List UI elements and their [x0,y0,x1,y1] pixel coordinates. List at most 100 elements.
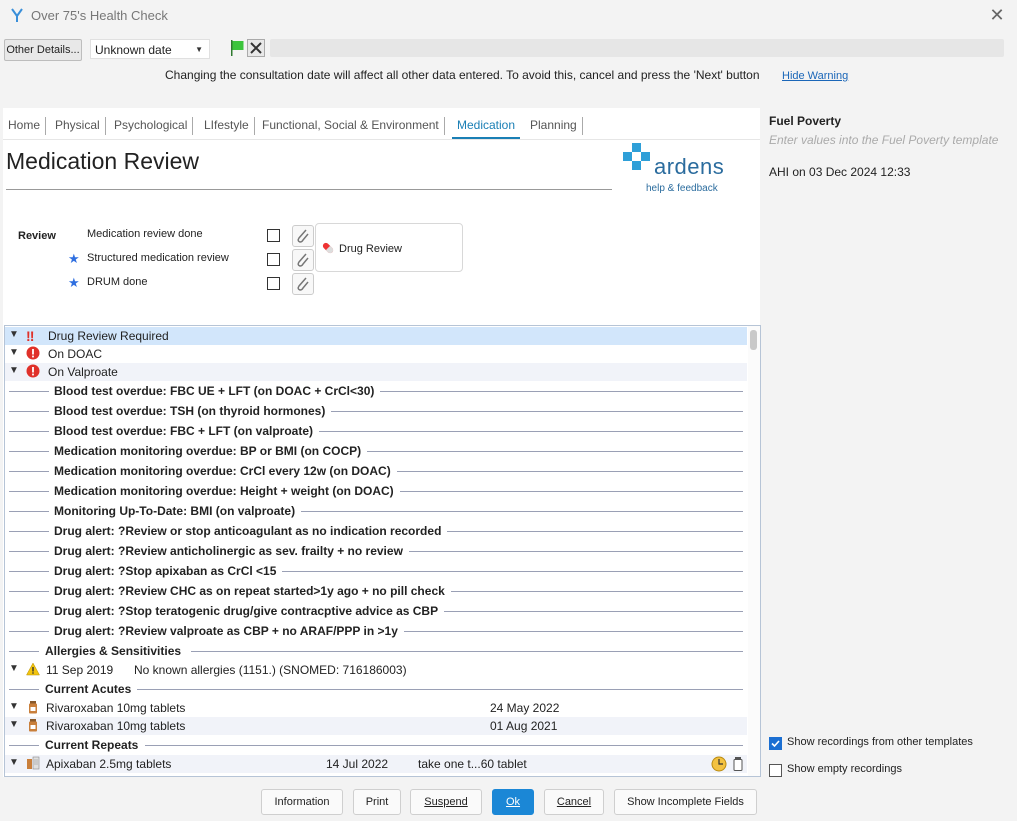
monitoring-alert-row[interactable]: Drug alert: ?Stop apixaban as CrCl <15 [5,562,747,582]
section-header-acutes: Current Acutes [5,680,747,700]
monitoring-alert-label: Medication monitoring overdue: CrCl ever… [50,464,395,478]
paperclip-icon[interactable] [292,249,314,271]
consultation-date-select[interactable]: Unknown date ▼ [90,39,210,59]
chevron-down-icon[interactable]: ▼ [9,719,19,730]
chevron-down-icon[interactable]: ▼ [9,329,19,340]
monitoring-alert-row[interactable]: Medication monitoring overdue: BP or BMI… [5,442,747,462]
monitoring-alert-row[interactable]: Drug alert: ?Review valproate as CBP + n… [5,622,747,642]
tab-medication[interactable]: Medication [452,117,521,139]
suspend-button[interactable]: Suspend [410,789,482,815]
help-feedback-link[interactable]: help & feedback [646,183,718,194]
list-item[interactable]: ▼ ‼ Drug Review Required [5,327,747,345]
monitoring-alert-label: Monitoring Up-To-Date: BMI (on valproate… [50,504,300,518]
monitoring-alert-label: Drug alert: ?Review CHC as on repeat sta… [50,584,449,598]
row-divider-line [9,391,49,392]
page-title: Medication Review [6,148,200,174]
table-row[interactable]: ▼ Rivaroxaban 10mg tablets 24 May 2022 [5,699,747,717]
medicine-bottle-icon[interactable] [732,756,744,772]
table-row[interactable]: ▼ Apixaban 2.5mg tablets 14 Jul 2022 tak… [5,755,747,773]
monitoring-alert-label: Medication monitoring overdue: Height + … [50,484,398,498]
check-icon [771,740,780,748]
template-subtitle: Enter values into the Fuel Poverty templ… [769,133,999,147]
window-title: Over 75's Health Check [31,8,168,23]
tab-functional-social-environment[interactable]: Functional, Social & Environment [257,117,445,135]
consultation-notes-input[interactable] [270,39,1004,57]
list-scrollbar[interactable] [748,326,760,776]
monitoring-alert-label: Blood test overdue: FBC + LFT (on valpro… [50,424,318,438]
tab-lifestyle[interactable]: LIfestyle [199,117,255,135]
print-button[interactable]: Print [353,789,401,815]
chevron-down-icon[interactable]: ▼ [9,757,19,768]
section-header-repeats: Current Repeats [5,736,747,756]
green-flag-icon[interactable] [229,39,245,57]
monitoring-alert-label: Drug alert: ?Review or stop anticoagulan… [50,524,446,538]
drum-done-checkbox[interactable] [267,277,280,290]
repeat-prescription-icon [27,756,40,770]
row-divider-line [9,551,49,552]
row-divider-line [9,511,49,512]
monitoring-alert-row[interactable]: Medication monitoring overdue: CrCl ever… [5,462,747,482]
row-divider-line [397,471,743,472]
pill-icon [322,242,334,254]
chevron-down-icon[interactable]: ▼ [9,365,19,376]
close-icon[interactable]: ✕ [987,4,1007,26]
review-item-label: Medication review done [87,228,203,240]
monitoring-alert-row[interactable]: Medication monitoring overdue: Height + … [5,482,747,502]
hide-warning-link[interactable]: Hide Warning [782,70,848,82]
tab-psychological[interactable]: Psychological [109,117,194,135]
monitoring-alert-row[interactable]: Monitoring Up-To-Date: BMI (on valproate… [5,502,747,522]
monitoring-alert-row[interactable]: Drug alert: ?Stop teratogenic drug/give … [5,602,747,622]
chevron-down-icon: ▼ [195,45,203,54]
list-item[interactable]: ▼ On DOAC [5,345,747,363]
monitoring-alert-row[interactable]: Drug alert: ?Review CHC as on repeat sta… [5,582,747,602]
structured-medication-review-checkbox[interactable] [267,253,280,266]
chevron-down-icon[interactable]: ▼ [9,701,19,712]
row-divider-line [9,411,49,412]
medication-review-checkbox[interactable] [267,229,280,242]
checkbox-checked[interactable] [769,737,782,750]
chevron-down-icon[interactable]: ▼ [9,347,19,358]
list-item[interactable]: ▼ On Valproate [5,363,747,381]
chevron-down-icon[interactable]: ▼ [9,663,19,674]
information-button[interactable]: Information [261,789,343,815]
row-divider-line [9,591,49,592]
monitoring-alert-label: Medication monitoring overdue: BP or BMI… [50,444,366,458]
tab-physical[interactable]: Physical [50,117,106,135]
ardens-logo[interactable]: ardens help & feedback [620,142,730,194]
monitoring-alert-row[interactable]: Blood test overdue: TSH (on thyroid horm… [5,402,747,422]
clear-date-button[interactable] [247,39,265,57]
monitoring-alert-row[interactable]: Drug alert: ?Review or stop anticoagulan… [5,522,747,542]
drug-review-label: Drug Review [339,243,402,255]
allergy-row[interactable]: ▼ 11 Sep 2019 No known allergies (1151.)… [5,661,747,679]
title-bar: Over 75's Health Check ✕ [0,0,1017,32]
checkbox-unchecked[interactable] [769,764,782,777]
table-row[interactable]: ▼ Rivaroxaban 10mg tablets 01 Aug 2021 [5,717,747,735]
row-divider-line [367,451,743,452]
paperclip-icon[interactable] [292,273,314,295]
monitoring-alert-row[interactable]: Blood test overdue: FBC + LFT (on valpro… [5,422,747,442]
drug-review-button[interactable]: Drug Review [315,223,463,272]
row-divider-line [404,631,743,632]
review-item-label: DRUM done [87,276,148,288]
clock-icon[interactable] [711,756,727,772]
tab-home[interactable]: Home [3,117,47,135]
paperclip-icon[interactable] [292,225,314,247]
warning-message: Changing the consultation date will affe… [165,68,760,82]
ok-button[interactable]: Ok [492,789,534,815]
cancel-button[interactable]: Cancel [544,789,604,815]
monitoring-alert-label: Blood test overdue: TSH (on thyroid horm… [50,404,330,418]
show-incomplete-fields-button[interactable]: Show Incomplete Fields [614,789,757,815]
scrollbar-thumb[interactable] [750,330,757,350]
monitoring-alert-row[interactable]: Blood test overdue: FBC UE + LFT (on DOA… [5,382,747,402]
date-warning: Changing the consultation date will affe… [0,68,1017,86]
review-row-drum-done: ★ DRUM done [3,273,473,295]
row-divider-line [9,471,49,472]
monitoring-alert-row[interactable]: Drug alert: ?Review anticholinergic as s… [5,542,747,562]
tab-planning[interactable]: Planning [525,117,583,135]
logo-wordmark: ardens [654,154,725,179]
monitoring-alert-label: Blood test overdue: FBC UE + LFT (on DOA… [50,384,379,398]
other-details-button[interactable]: Other Details... [4,39,82,61]
row-divider-line [9,451,49,452]
app-logo-icon [11,8,23,22]
row-divider-line [409,551,743,552]
